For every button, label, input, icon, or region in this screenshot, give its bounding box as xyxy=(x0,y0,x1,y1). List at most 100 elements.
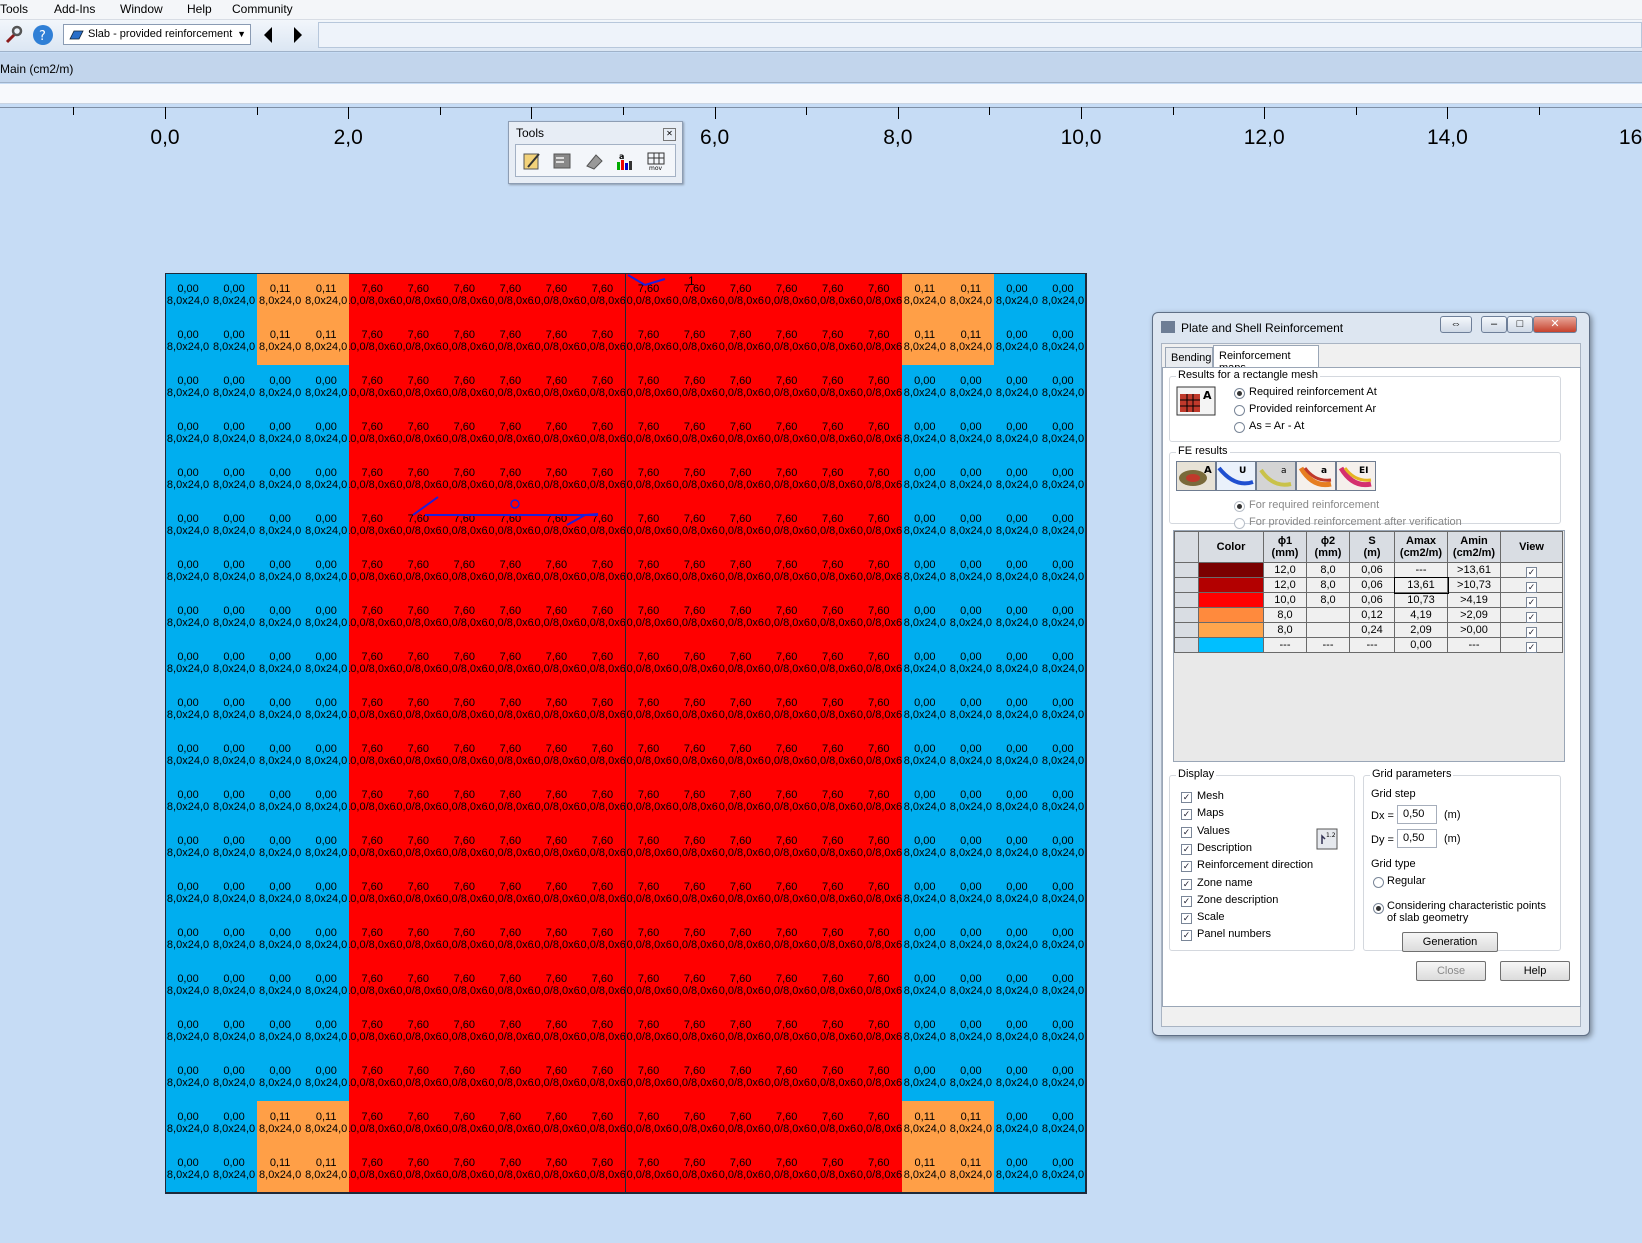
map-cell: 7,6010,0/8,0x6,0 xyxy=(809,1055,857,1102)
mesh-grid-icon[interactable]: mov xyxy=(646,151,666,171)
view-combo[interactable]: Slab - provided reinforcement ▼ xyxy=(63,24,251,45)
map-cell: 7,6010,0/8,0x6,0 xyxy=(441,641,489,688)
cell-value: 7,60 xyxy=(499,559,522,571)
cell-value: 7,60 xyxy=(683,1111,706,1123)
previous-arrow-icon[interactable] xyxy=(256,23,280,47)
close-icon[interactable]: ✕ xyxy=(663,128,676,141)
menu-community[interactable]: Community xyxy=(232,2,293,16)
display-checkbox[interactable]: ✓ xyxy=(1181,878,1192,890)
cell-value: 7,60 xyxy=(729,927,752,939)
fe-stiffness-icon[interactable]: EI xyxy=(1336,461,1376,491)
map-cell: 0,00 8,0x24,0 xyxy=(165,549,213,596)
grid-type-characteristic-radio[interactable] xyxy=(1373,903,1384,914)
table-row[interactable]: 8,0 0,12 4,19 >2,09 ✓ xyxy=(1174,607,1563,623)
restore-arrows-icon[interactable]: ⇔ xyxy=(1440,316,1472,333)
display-settings-icon[interactable]: 1.2 xyxy=(1316,828,1338,850)
grid-type-regular-radio[interactable] xyxy=(1373,877,1384,888)
provided-reinforcement-radio[interactable] xyxy=(1234,405,1245,416)
display-checkbox[interactable]: ✓ xyxy=(1181,843,1192,855)
map-cell: 0,00 8,0x24,0 xyxy=(901,687,949,734)
view-checkbox[interactable]: ✓ xyxy=(1526,642,1537,653)
fe-for-required-radio[interactable] xyxy=(1234,501,1245,512)
tab-reinforcement-maps[interactable]: Reinforcement maps xyxy=(1213,345,1319,374)
tab-bending[interactable]: Bending xyxy=(1165,347,1213,367)
help-button[interactable]: Help xyxy=(1500,961,1570,981)
view-checkbox[interactable]: ✓ xyxy=(1526,582,1537,593)
cell-description: 10,0/8,0x6,0 xyxy=(626,663,672,675)
display-checkbox[interactable]: ✓ xyxy=(1181,930,1192,942)
values-scale-icon[interactable]: a xyxy=(614,151,634,171)
cell-value: 7,60 xyxy=(361,835,383,847)
edit-notes-icon[interactable] xyxy=(522,151,542,171)
cell-value: 7,60 xyxy=(822,1019,844,1031)
display-checkbox[interactable]: ✓ xyxy=(1181,792,1192,803)
table-row[interactable]: --- --- --- 0,00 --- ✓ xyxy=(1174,637,1563,653)
display-checkbox[interactable]: ✓ xyxy=(1181,809,1192,821)
fe-for-provided-radio[interactable] xyxy=(1234,518,1245,529)
view-checkbox[interactable]: ✓ xyxy=(1526,627,1537,638)
dy-field[interactable]: 0,50 xyxy=(1397,829,1437,848)
cell-value: 7,60 xyxy=(775,375,798,387)
map-cell: 7,6010,0/8,0x6,0 xyxy=(349,1009,397,1056)
fe-displacement-icon[interactable]: U xyxy=(1216,461,1256,491)
map-cell: 7,6010,0/8,0x6,0 xyxy=(533,825,581,872)
fe-deflection-icon[interactable]: a xyxy=(1256,461,1296,491)
menu-add-ins[interactable]: Add-Ins xyxy=(54,2,95,16)
close-button[interactable]: Close xyxy=(1416,961,1486,981)
cell-value: 7,60 xyxy=(361,421,383,433)
map-cell: 0,00 8,0x24,0 xyxy=(947,641,995,688)
cell-value: 7,60 xyxy=(361,1065,383,1077)
cell-value: 7,60 xyxy=(637,743,660,755)
cell-value: 7,60 xyxy=(407,789,429,801)
cell-description: 10,0/8,0x6,0 xyxy=(810,663,857,675)
display-checkbox[interactable]: ✓ xyxy=(1181,913,1192,925)
cell-value: 0,00 xyxy=(177,329,199,341)
help-globe-icon[interactable]: ? xyxy=(31,23,55,47)
required-reinforcement-radio[interactable] xyxy=(1234,388,1245,399)
minimize-icon[interactable]: – xyxy=(1481,316,1507,333)
cell-description: 10,0/8,0x6,0 xyxy=(395,295,442,307)
maximize-icon[interactable]: □ xyxy=(1507,316,1533,333)
eraser-icon[interactable] xyxy=(584,151,604,171)
generation-button[interactable]: Generation xyxy=(1402,932,1498,952)
map-cell: 0,00 8,0x24,0 xyxy=(211,457,259,504)
menu-tools[interactable]: Tools xyxy=(0,2,28,16)
legend-table-icon[interactable] xyxy=(552,151,572,171)
display-checkbox[interactable]: ✓ xyxy=(1181,861,1192,873)
map-cell: 7,6010,0/8,0x6,0 xyxy=(763,779,811,826)
table-row[interactable]: 8,0 0,24 2,09 >0,00 ✓ xyxy=(1174,622,1563,638)
cell-value: 0,00 xyxy=(914,743,936,755)
table-row[interactable]: 12,0 8,0 0,06 13,61 >10,73 ✓ xyxy=(1174,576,1563,594)
cell-value: 0,00 xyxy=(914,927,936,939)
cell-description: 8,0x24,0 xyxy=(259,1031,302,1043)
cell-value: 7,60 xyxy=(453,651,476,663)
table-row[interactable]: 10,0 8,0 0,06 10,73 >4,19 ✓ xyxy=(1174,592,1563,608)
view-checkbox[interactable]: ✓ xyxy=(1526,597,1537,608)
cell-description: 8,0x24,0 xyxy=(903,663,946,675)
wrench-icon[interactable] xyxy=(2,23,26,47)
view-checkbox[interactable]: ✓ xyxy=(1526,567,1537,578)
map-cell: 0,00 8,0x24,0 xyxy=(993,687,1041,734)
cell-value: 0,00 xyxy=(960,1019,982,1031)
display-checkbox[interactable]: ✓ xyxy=(1181,895,1192,907)
as-difference-radio[interactable] xyxy=(1234,422,1245,433)
menu-help[interactable]: Help xyxy=(187,2,212,16)
cell-value: 0,00 xyxy=(914,1065,936,1077)
fe-required-map-icon[interactable]: A xyxy=(1176,461,1216,491)
map-cell: 0,00 8,0x24,0 xyxy=(1039,1147,1087,1194)
view-checkbox[interactable]: ✓ xyxy=(1526,612,1537,623)
menu-window[interactable]: Window xyxy=(120,2,163,16)
map-cell: 7,6010,0/8,0x6,0 xyxy=(763,549,811,596)
fe-crack-width-icon[interactable]: a xyxy=(1296,461,1336,491)
cell-description: 8,0x24,0 xyxy=(903,1169,946,1181)
map-cell: 7,6010,0/8,0x6,0 xyxy=(625,825,673,872)
cell-value: 0,11 xyxy=(960,1111,982,1123)
cell-value: 0,11 xyxy=(315,329,337,341)
cell-value: 0,00 xyxy=(223,1065,245,1077)
display-checkbox[interactable]: ✓ xyxy=(1181,826,1192,838)
map-cell: 0,00 8,0x24,0 xyxy=(211,319,259,366)
dx-field[interactable]: 0,50 xyxy=(1397,805,1437,824)
close-window-icon[interactable]: ✕ xyxy=(1533,316,1577,333)
next-arrow-icon[interactable] xyxy=(286,23,310,47)
table-row[interactable]: 12,0 8,0 0,06 --- >13,61 ✓ xyxy=(1174,562,1563,578)
